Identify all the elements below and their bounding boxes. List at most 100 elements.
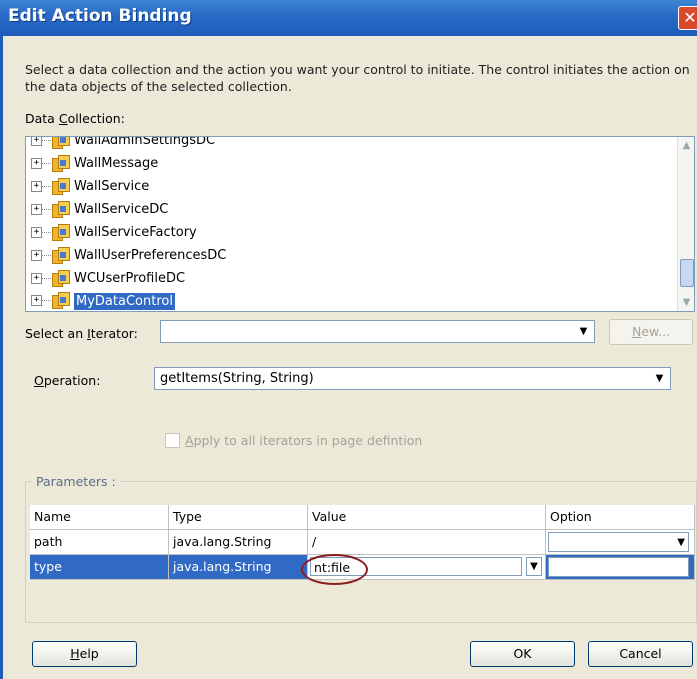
param-type-cell: java.lang.String xyxy=(169,530,308,555)
ok-button[interactable]: OK xyxy=(470,641,575,667)
expand-icon[interactable]: + xyxy=(31,250,42,261)
tree-item[interactable]: + WallUserPreferencesDC xyxy=(26,244,676,267)
expand-icon[interactable]: + xyxy=(31,273,42,284)
tree-connector xyxy=(42,140,51,141)
param-option-cell[interactable]: ▼ xyxy=(546,530,695,555)
chevron-down-icon[interactable]: ▼ xyxy=(651,370,668,387)
tree-item-label: WallServiceFactory xyxy=(74,225,197,240)
table-header: Name Type Value Option xyxy=(30,505,695,530)
operation-select[interactable]: getItems(String, String) ▼ xyxy=(154,367,671,390)
iterator-select[interactable]: ▼ xyxy=(160,320,595,343)
data-collection-tree[interactable]: + WallAdminSettingsDC + WallMessage + Wa… xyxy=(25,136,695,312)
mnemonic: O xyxy=(34,373,44,388)
parameters-legend: Parameters : xyxy=(32,474,120,489)
data-control-icon xyxy=(52,292,70,309)
dialog-description: Select a data collection and the action … xyxy=(25,62,690,94)
data-control-icon xyxy=(52,247,70,264)
param-value-cell[interactable]: / xyxy=(308,530,546,555)
operation-label: Operation: xyxy=(34,373,100,388)
table-row[interactable]: path java.lang.String / ▼ xyxy=(30,530,695,555)
iterator-label: Select an Iterator: xyxy=(25,326,138,341)
data-collection-label: Data Collection: xyxy=(25,111,125,126)
column-header[interactable]: Type xyxy=(169,505,308,530)
column-header[interactable]: Name xyxy=(30,505,169,530)
tree-connector xyxy=(42,209,51,210)
new-iterator-button[interactable]: New... xyxy=(609,319,693,345)
param-type-cell: java.lang.String xyxy=(169,555,308,580)
apply-all-checkbox[interactable] xyxy=(165,433,180,448)
column-header[interactable]: Option xyxy=(546,505,695,530)
title-bar: Edit Action Binding ✕ xyxy=(0,0,697,36)
button-label: Cancel xyxy=(619,646,662,661)
tree-item[interactable]: + WallAdminSettingsDC xyxy=(26,136,676,152)
mnemonic: H xyxy=(70,646,80,661)
tree-item[interactable]: + WallMessage xyxy=(26,152,676,175)
button-label: OK xyxy=(513,646,532,661)
tree-item-label: WallMessage xyxy=(74,156,159,171)
label-part: pply to all iterators in page defintion xyxy=(193,433,423,448)
param-option-cell[interactable]: ▼ xyxy=(546,555,695,580)
tree-item-label: WallUserPreferencesDC xyxy=(74,248,227,263)
label-part: Select an xyxy=(25,326,88,341)
tree-item[interactable]: + WCUserProfileDC xyxy=(26,267,676,290)
tree-item-selected[interactable]: + MyDataControl xyxy=(26,289,676,311)
scroll-down-icon[interactable]: ▼ xyxy=(678,294,694,311)
close-icon: ✕ xyxy=(683,8,697,27)
annotation-ellipse xyxy=(301,554,368,585)
data-control-icon xyxy=(52,201,70,218)
tree-item[interactable]: + WallServiceFactory xyxy=(26,221,676,244)
tree-item-label: WallService xyxy=(74,179,150,194)
mnemonic: A xyxy=(185,433,194,448)
data-control-icon xyxy=(52,155,70,172)
close-button[interactable]: ✕ xyxy=(678,6,697,30)
button-label: ew... xyxy=(641,324,671,339)
tree-item-label: WCUserProfileDC xyxy=(74,271,186,286)
expand-icon[interactable]: + xyxy=(31,227,42,238)
scroll-thumb[interactable] xyxy=(680,259,694,287)
expand-icon[interactable]: + xyxy=(31,158,42,169)
tree-connector xyxy=(42,232,51,233)
tree-connector xyxy=(42,278,51,279)
label-part: ollection: xyxy=(67,111,125,126)
chevron-down-icon[interactable]: ▼ xyxy=(526,557,542,576)
help-button[interactable]: Help xyxy=(32,641,137,667)
data-control-icon xyxy=(52,178,70,195)
data-control-icon xyxy=(52,224,70,241)
expand-icon[interactable]: + xyxy=(31,181,42,192)
tree-connector xyxy=(42,300,51,301)
data-control-icon xyxy=(52,137,70,149)
tree-connector xyxy=(42,163,51,164)
dialog-title: Edit Action Binding xyxy=(8,6,192,26)
scroll-up-icon[interactable]: ▲ xyxy=(678,137,694,154)
tree-item-label: WallServiceDC xyxy=(74,202,169,217)
expand-icon[interactable]: + xyxy=(31,137,42,146)
button-label: elp xyxy=(79,646,99,661)
tree-connector xyxy=(42,186,51,187)
label-part: peration: xyxy=(43,373,101,388)
label-part: terator: xyxy=(90,326,138,341)
mnemonic: N xyxy=(631,324,642,339)
operation-value: getItems(String, String) xyxy=(160,371,314,386)
window-frame-left xyxy=(0,36,3,679)
cancel-button[interactable]: Cancel xyxy=(588,641,693,667)
tree-item[interactable]: + WallService xyxy=(26,175,676,198)
tree-connector xyxy=(42,255,51,256)
label-part: Data xyxy=(25,111,59,126)
expand-icon[interactable]: + xyxy=(31,204,42,215)
option-select[interactable]: ▼ xyxy=(548,532,689,552)
tree-item-label: MyDataControl xyxy=(74,293,175,310)
chevron-down-icon[interactable]: ▼ xyxy=(677,559,685,576)
tree-item[interactable]: + WallServiceDC xyxy=(26,198,676,221)
tree-scrollbar[interactable]: ▲ ▼ xyxy=(677,137,694,311)
param-name-cell: type xyxy=(30,555,169,580)
apply-all-label: Apply to all iterators in page defintion xyxy=(185,433,422,448)
data-control-icon xyxy=(52,270,70,287)
option-select[interactable]: ▼ xyxy=(548,557,689,577)
expand-icon[interactable]: + xyxy=(31,295,42,306)
param-name-cell: path xyxy=(30,530,169,555)
chevron-down-icon[interactable]: ▼ xyxy=(575,323,592,340)
column-header[interactable]: Value xyxy=(308,505,546,530)
mnemonic: C xyxy=(58,111,68,126)
tree-item-label: WallAdminSettingsDC xyxy=(74,136,216,148)
chevron-down-icon[interactable]: ▼ xyxy=(677,534,685,551)
